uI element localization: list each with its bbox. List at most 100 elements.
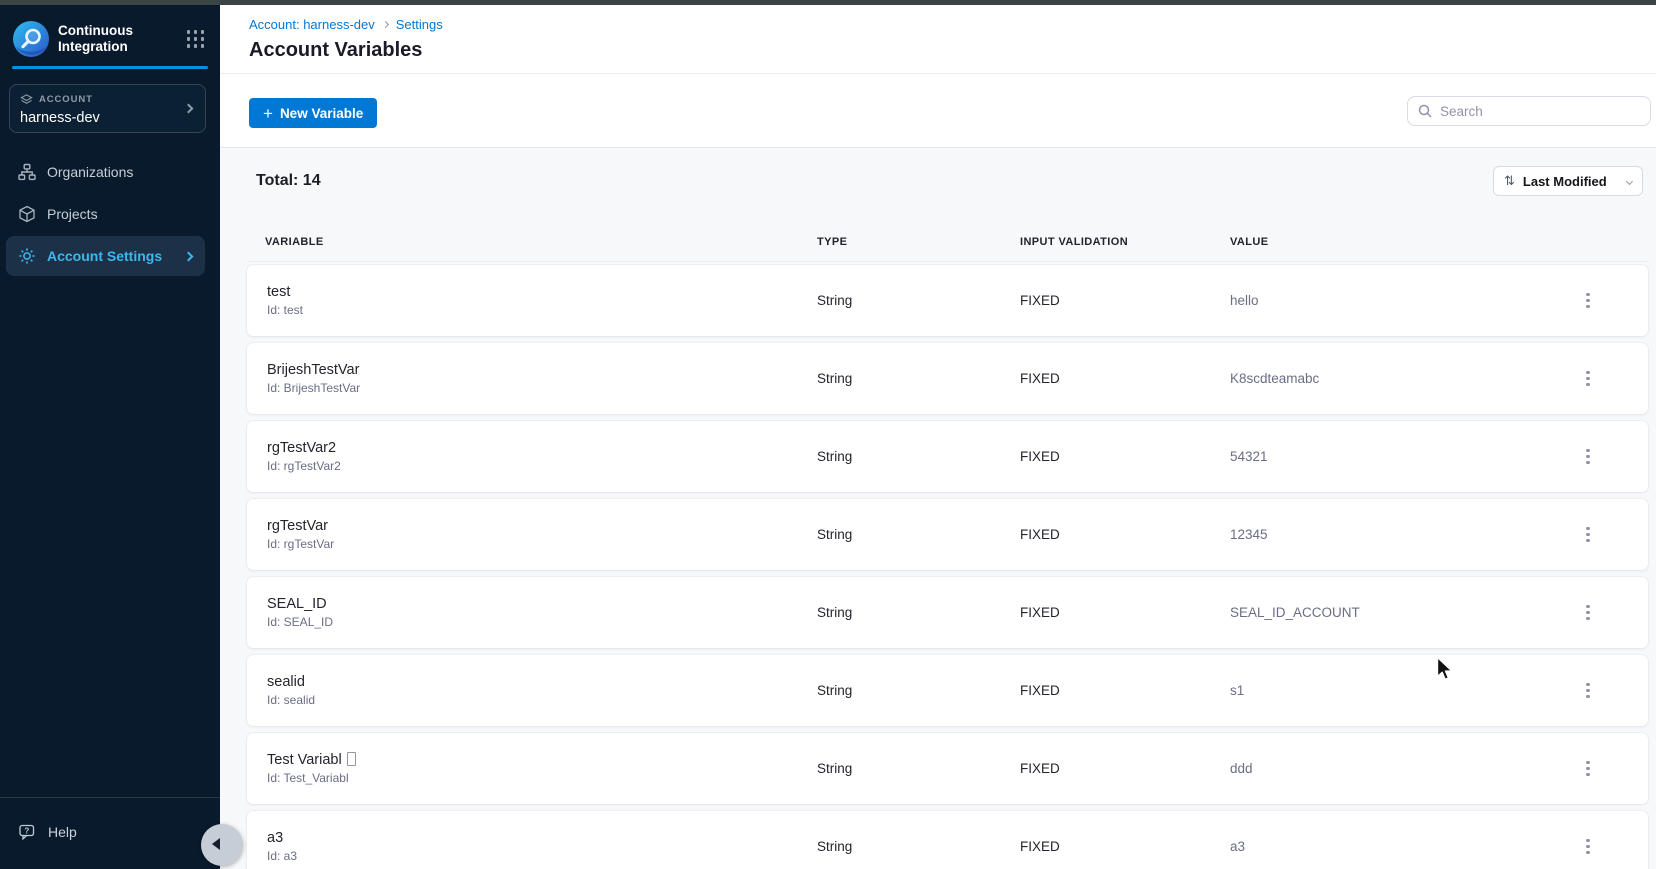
total-count: Total: 14: [256, 172, 321, 189]
variable-name-cell: sealid Id: sealid: [247, 674, 817, 707]
variable-id: Id: BrijeshTestVar: [267, 381, 361, 395]
variable-name-cell: Test Variabl Id: Test_Variabl: [247, 752, 817, 785]
app-window: Continuous Integration ACCOUNT harness-d…: [0, 0, 1656, 869]
variable-validation: FIXED: [1020, 761, 1060, 776]
breadcrumb-chevron-icon: [381, 20, 389, 28]
search-input[interactable]: [1440, 103, 1640, 119]
variable-name-cell: SEAL_ID Id: SEAL_ID: [247, 596, 817, 629]
variable-name-cell: rgTestVar Id: rgTestVar: [247, 518, 817, 551]
brand-underline: [12, 66, 208, 69]
account-scope-selector[interactable]: ACCOUNT harness-dev: [9, 84, 206, 133]
table-row[interactable]: rgTestVar Id: rgTestVar String FIXED 12345: [247, 499, 1648, 570]
breadcrumb-account-link[interactable]: Account: harness-dev: [249, 17, 375, 32]
sort-dropdown[interactable]: ⇅ Last Modified: [1493, 166, 1643, 196]
sidebar-item-label: Organizations: [47, 164, 134, 180]
variable-value: a3: [1230, 839, 1246, 854]
variable-validation: FIXED: [1020, 371, 1060, 386]
variable-validation: FIXED: [1020, 683, 1060, 698]
column-header-value: VALUE: [1230, 236, 1269, 248]
variables-list-area: Total: 14 ⇅ Last Modified VARIABLE TYPE …: [220, 148, 1656, 869]
breadcrumb: Account: harness-dev Settings: [249, 15, 1656, 33]
column-header-type: TYPE: [817, 236, 848, 248]
gear-icon: [19, 248, 35, 264]
sort-label: Last Modified: [1522, 173, 1607, 189]
kebab-menu-icon[interactable]: [1580, 833, 1596, 861]
page-title: Account Variables: [249, 39, 423, 61]
variable-value: 12345: [1230, 527, 1268, 542]
variable-type: String: [817, 371, 853, 386]
variable-value: hello: [1230, 293, 1259, 308]
variable-id: Id: test: [267, 303, 304, 317]
sidebar-item-label: Account Settings: [47, 248, 163, 264]
table-body: test Id: test String FIXED hello BrijeshTestV…: [247, 265, 1648, 869]
variable-id: Id: Test_Variabl: [267, 771, 349, 785]
table-row[interactable]: SEAL_ID Id: SEAL_ID String FIXED SEAL_ID_ACC…: [247, 577, 1648, 648]
sidebar-item-account-settings[interactable]: Account Settings: [6, 236, 205, 276]
account-name: harness-dev: [20, 110, 100, 126]
variable-name-cell: rgTestVar2 Id: rgTestVar2: [247, 440, 817, 473]
kebab-menu-icon[interactable]: [1580, 599, 1596, 627]
svg-text:?: ?: [24, 826, 29, 835]
cube-icon: [19, 205, 35, 223]
sidebar-nav: Organizations Projects Account Settings: [6, 152, 205, 278]
plus-icon: +: [263, 103, 273, 123]
kebab-menu-icon[interactable]: [1580, 755, 1596, 783]
help-button[interactable]: ? Help: [18, 818, 77, 846]
variable-name-cell: test Id: test: [247, 284, 817, 317]
account-scope-label: ACCOUNT: [39, 94, 93, 105]
variable-value: s1: [1230, 683, 1245, 698]
table-row[interactable]: sealid Id: sealid String FIXED s1: [247, 655, 1648, 726]
variable-value: SEAL_ID_ACCOUNT: [1230, 605, 1360, 620]
kebab-menu-icon[interactable]: [1580, 521, 1596, 549]
sidebar-item-projects[interactable]: Projects: [6, 194, 205, 234]
variable-name: sealid: [267, 674, 305, 690]
kebab-menu-icon[interactable]: [1580, 287, 1596, 315]
variable-id: Id: sealid: [267, 693, 316, 707]
variable-type: String: [817, 839, 853, 854]
product-title: Continuous Integration: [58, 22, 133, 54]
sidebar-divider: [0, 797, 220, 798]
help-label: Help: [48, 824, 77, 840]
breadcrumb-settings-link[interactable]: Settings: [396, 17, 443, 32]
variable-name: test: [267, 284, 291, 300]
variable-value: ddd: [1230, 761, 1253, 776]
table-header-row: VARIABLE TYPE INPUT VALIDATION VALUE: [247, 236, 1648, 262]
column-header-variable: VARIABLE: [265, 236, 324, 248]
table-row[interactable]: rgTestVar2 Id: rgTestVar2 String FIXED 54321: [247, 421, 1648, 492]
table-row[interactable]: BrijeshTestVar Id: BrijeshTestVar String FI…: [247, 343, 1648, 414]
table-row[interactable]: a3 Id: a3 String FIXED a3: [247, 811, 1648, 869]
chevron-down-icon: [1625, 177, 1634, 185]
variable-name: SEAL_ID: [267, 596, 327, 612]
variable-name: rgTestVar2: [267, 440, 337, 456]
help-chat-icon: ?: [19, 824, 35, 840]
app-grid-icon[interactable]: [186, 30, 204, 48]
main-content: Account: harness-dev Settings Account Va…: [220, 5, 1656, 869]
variable-value: K8scdteamabc: [1230, 371, 1320, 386]
variable-id: Id: a3: [267, 849, 298, 863]
variable-value: 54321: [1230, 449, 1268, 464]
kebab-menu-icon[interactable]: [1580, 443, 1596, 471]
table-row[interactable]: test Id: test String FIXED hello: [247, 265, 1648, 336]
kebab-menu-icon[interactable]: [1580, 365, 1596, 393]
column-header-input-validation: INPUT VALIDATION: [1020, 236, 1129, 248]
variable-validation: FIXED: [1020, 449, 1060, 464]
sidebar-collapse-handle[interactable]: [201, 824, 243, 866]
new-variable-button[interactable]: + New Variable: [249, 98, 378, 128]
sidebar-item-organizations[interactable]: Organizations: [6, 152, 205, 192]
harness-ci-logo-icon[interactable]: [12, 20, 50, 58]
search-icon: [1418, 104, 1432, 118]
variable-validation: FIXED: [1020, 293, 1060, 308]
search-box: [1407, 96, 1651, 126]
variable-name: BrijeshTestVar: [267, 362, 360, 378]
variable-type: String: [817, 293, 853, 308]
layers-icon: [20, 94, 33, 104]
variable-id: Id: rgTestVar: [267, 537, 335, 551]
sort-arrows-icon: ⇅: [1504, 173, 1515, 188]
table-row[interactable]: Test Variabl Id: Test_Variabl String FIXED d…: [247, 733, 1648, 804]
page-header: Account: harness-dev Settings Account Va…: [220, 5, 1656, 74]
kebab-menu-icon[interactable]: [1580, 677, 1596, 705]
variable-type: String: [817, 683, 853, 698]
sidebar: Continuous Integration ACCOUNT harness-d…: [0, 5, 220, 869]
variable-type: String: [817, 449, 853, 464]
variable-validation: FIXED: [1020, 527, 1060, 542]
